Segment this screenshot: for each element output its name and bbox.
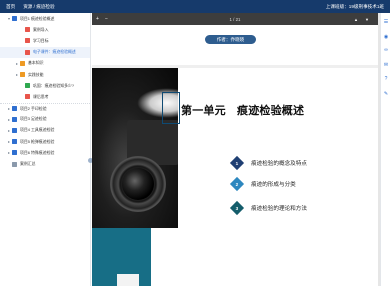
slide-1-bottom: 作者：乔晓晓 — [92, 25, 378, 65]
outline-node-label: 项目4 工具痕迹检验 — [20, 127, 55, 133]
link-icon[interactable]: ∞ — [383, 47, 389, 53]
slide-3-card — [117, 274, 139, 286]
right-toolbar: ☰ ◉ ∞ ✉? ✎ — [380, 13, 390, 286]
outline-node-label: 学习目标 — [33, 37, 49, 43]
outline-node[interactable]: ▸ 实践技能 — [0, 69, 90, 80]
next-page-button[interactable]: ▼ — [365, 17, 369, 22]
document-icon — [25, 27, 30, 33]
outline-node[interactable]: 案例导入 — [0, 24, 90, 35]
outline-node-label: 案例导入 — [33, 26, 49, 32]
outline-node[interactable]: ▾ 项目1 痕迹检验概述 — [0, 13, 90, 24]
folder-icon — [12, 16, 17, 22]
author-badge: 作者：乔晓晓 — [205, 35, 256, 44]
document-viewer: + − 1 / 21 ▲ ▼ 作者：乔晓晓 第一单元 痕迹检验概述 1 痕迹检验… — [92, 13, 378, 286]
edit-icon[interactable]: ✎ — [383, 91, 389, 97]
outline-node[interactable]: ▸ 项目6 特殊痕迹检验 — [0, 147, 90, 158]
outline-node[interactable]: 电子课件：痕迹检验概述 — [0, 46, 90, 58]
outline-node-label: 巩固：痕迹检验知多少? — [33, 82, 75, 88]
outline-node-label: 项目1 痕迹检验概述 — [20, 15, 55, 21]
chat-icon[interactable]: ✉ — [383, 62, 389, 68]
outline-node-label: 项目6 特殊痕迹检验 — [20, 149, 55, 155]
title-frame — [162, 92, 180, 124]
class-info: 上课班级：19级刑事技术1班 — [325, 3, 384, 9]
breadcrumb: 资源 / 痕迹检验 — [23, 3, 55, 9]
outline-item-text: 痕迹的形成与分类 — [251, 182, 296, 188]
number-diamond-icon: 1 — [229, 155, 245, 171]
item-number: 3 — [235, 205, 239, 211]
outline-node-label: 基本知识 — [28, 60, 44, 66]
outline-node[interactable]: ▸ 项目5 枪弹痕迹检验 — [0, 136, 90, 147]
check-icon — [25, 83, 30, 89]
course-outline-sidebar: ▾ 项目1 痕迹检验概述案例导入学习目标电子课件：痕迹检验概述 ▸ 基本知识 ▸ 实践技能… — [0, 13, 93, 286]
folder-icon — [20, 72, 25, 78]
outline-node[interactable]: ▸ 项目4 工具痕迹检验 — [0, 125, 90, 136]
outline-node[interactable]: 课后思考 — [0, 91, 90, 102]
outline-node[interactable]: ▸ 项目3 足迹检验 — [0, 114, 90, 125]
previous-page-button[interactable]: ▲ — [354, 17, 358, 22]
document-icon — [25, 38, 30, 44]
outline-node-label: 课后思考 — [33, 93, 49, 99]
item-number: 2 — [235, 181, 239, 187]
outline-item-text: 痕迹检验的理论和方法 — [251, 206, 307, 212]
outline-item-3: 3 痕迹检验的理论和方法 — [229, 200, 307, 216]
page-indicator: 1 / 21 — [229, 16, 241, 22]
camera-lens-glass — [122, 168, 154, 200]
outline-node[interactable]: ▸ 项目2 手印检验 — [0, 102, 90, 114]
question-icon[interactable]: ? — [383, 76, 389, 82]
outline-node-label: 项目5 枪弹痕迹检验 — [20, 138, 55, 144]
slide-title: 第一单元 痕迹检验概述 — [181, 104, 305, 117]
outline-node[interactable]: 巩固：痕迹检验知多少? — [0, 80, 90, 91]
item-number: 1 — [235, 160, 239, 166]
outline-node-label: 电子课件：痕迹检验概述 — [33, 49, 76, 55]
home-link[interactable]: 首页 — [6, 4, 15, 10]
number-diamond-icon: 3 — [229, 200, 245, 216]
top-bar: 首页 资源 / 痕迹检验 上课班级：19级刑事技术1班 — [0, 0, 390, 13]
folder-icon — [12, 161, 17, 167]
outline-node[interactable]: 案例汇总 — [0, 158, 90, 169]
user-icon[interactable]: ◉ — [383, 34, 389, 40]
slide-3-top — [92, 228, 378, 286]
outline-node-label: 案例汇总 — [20, 161, 36, 167]
outline-node-label: 项目2 手印检验 — [20, 105, 47, 111]
outline-node[interactable]: ▸ 基本知识 — [0, 58, 90, 69]
folder-icon — [12, 127, 17, 133]
outline-node[interactable]: 学习目标 — [0, 35, 90, 46]
outline-item-1: 1 痕迹检验的概念及特点 — [229, 155, 307, 171]
number-diamond-icon: 2 — [229, 176, 245, 192]
slide-2: 第一单元 痕迹检验概述 1 痕迹检验的概念及特点 2 痕迹的形成与分类 3 痕迹… — [92, 68, 378, 228]
document-icon — [25, 49, 30, 55]
folder-icon — [20, 60, 25, 66]
outline-node-label: 实践技能 — [28, 71, 44, 77]
viewer-toolbar: + − 1 / 21 ▲ ▼ — [92, 13, 378, 25]
document-icon — [25, 94, 30, 100]
folder-icon — [12, 116, 17, 122]
outline-node-label: 项目3 足迹检验 — [20, 116, 47, 122]
outline-item-2: 2 痕迹的形成与分类 — [229, 176, 296, 192]
folder-icon — [12, 139, 17, 145]
folder-icon — [12, 150, 17, 156]
outline-tree: ▾ 项目1 痕迹检验概述案例导入学习目标电子课件：痕迹检验概述 ▸ 基本知识 ▸ 实践技能… — [0, 13, 90, 170]
folder-icon — [12, 106, 17, 112]
list-icon[interactable]: ☰ — [383, 19, 389, 25]
outline-item-text: 痕迹检验的概念及特点 — [251, 161, 307, 167]
